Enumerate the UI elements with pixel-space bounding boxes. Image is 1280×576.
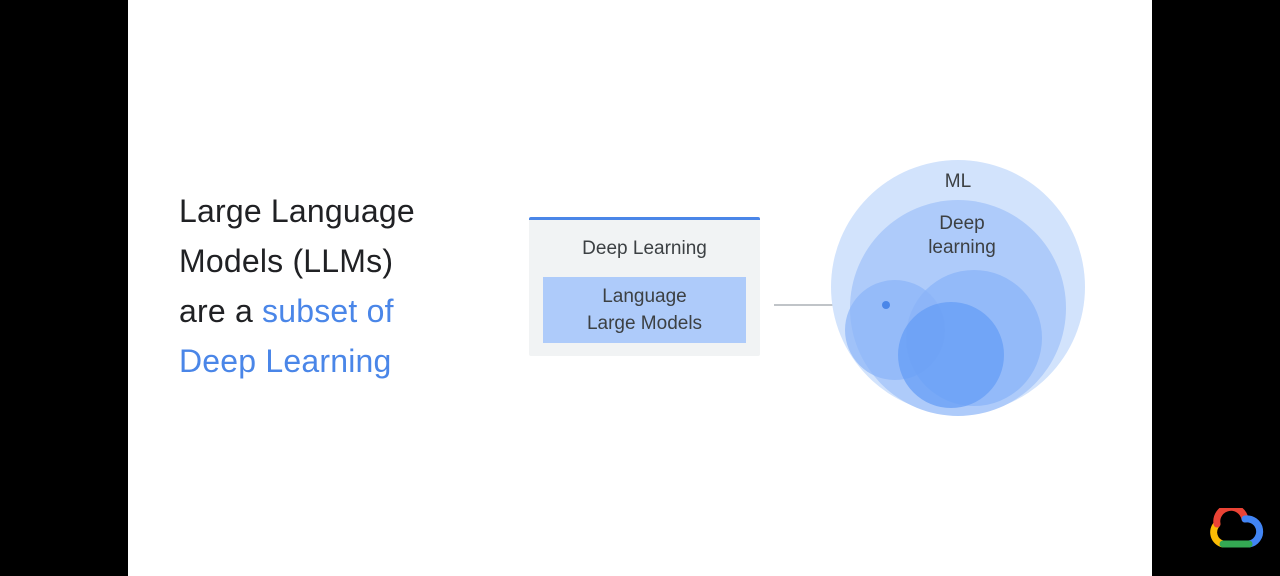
deep-learning-label-line-2: learning (928, 237, 996, 258)
venn-diagram: ML Deep learning (774, 160, 1085, 416)
ml-label: ML (945, 171, 971, 192)
google-cloud-logo-icon (1210, 508, 1264, 548)
connector-dot (882, 301, 890, 309)
slide: Large Language Models (LLMs) are a subse… (128, 0, 1152, 576)
llm-circle-small (898, 302, 1004, 408)
deep-learning-label-line-1: Deep (939, 213, 984, 234)
